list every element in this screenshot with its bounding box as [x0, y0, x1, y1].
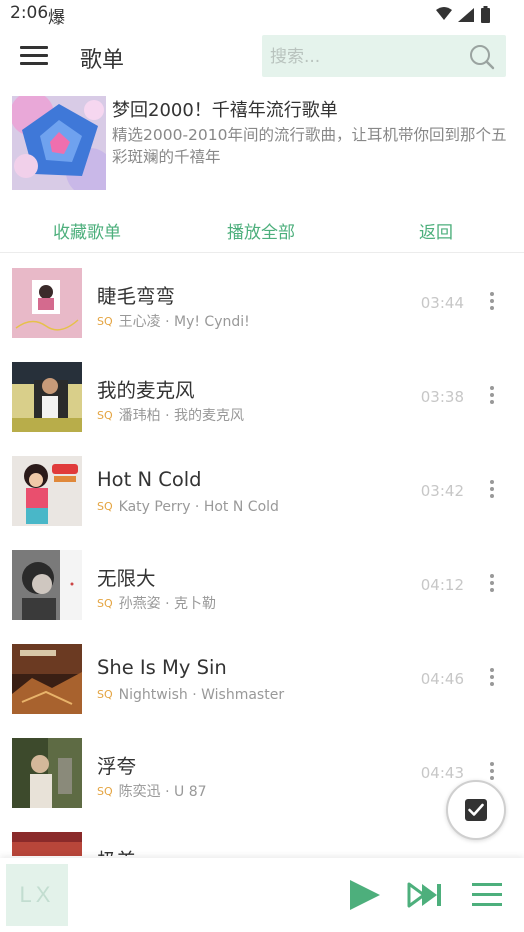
song-meta: SQ 王心凌 · My! Cyndi! — [97, 311, 250, 331]
song-meta: SQ 孙燕姿 · 克卜勒 — [97, 593, 216, 613]
song-artist-album: 孙燕姿 · 克卜勒 — [118, 596, 216, 612]
song-meta: SQ 潘玮柏 · 我的麦克风 — [97, 405, 244, 425]
more-options-icon[interactable] — [482, 292, 502, 314]
play-icon[interactable] — [346, 878, 382, 912]
quality-badge: SQ — [97, 500, 113, 513]
song-title: 睫毛弯弯 — [97, 285, 176, 308]
wifi-icon — [436, 7, 452, 20]
album-cover — [12, 362, 82, 432]
search-icon[interactable] — [468, 43, 496, 71]
song-duration: 03:44 — [420, 294, 464, 312]
song-row[interactable]: She Is My Sin SQ Nightwish · Wishmaster 0… — [0, 632, 524, 726]
play-all-button[interactable]: 播放全部 — [227, 218, 295, 243]
song-title: 浮夸 — [97, 755, 137, 778]
album-cover — [12, 644, 82, 714]
album-cover — [12, 832, 82, 856]
playlist-actions: 收藏歌单 播放全部 返回 — [0, 206, 524, 253]
checkbox-icon — [465, 799, 487, 821]
song-meta: SQ Katy Perry · Hot N Cold — [97, 499, 279, 515]
next-track-icon[interactable] — [407, 878, 443, 912]
search-box[interactable] — [262, 35, 506, 79]
song-row[interactable]: 极美 — [0, 820, 524, 856]
song-artist-album: Nightwish · Wishmaster — [118, 687, 285, 703]
song-row[interactable]: Hot N Cold SQ Katy Perry · Hot N Cold 03:… — [0, 444, 524, 538]
song-meta: SQ 陈奕迅 · U 87 — [97, 781, 207, 801]
quality-badge: SQ — [97, 315, 113, 328]
song-duration: 03:42 — [420, 482, 464, 500]
more-options-icon[interactable] — [482, 386, 502, 408]
album-cover — [12, 268, 82, 338]
song-artist-album: 陈奕迅 · U 87 — [118, 784, 207, 800]
song-meta: SQ Nightwish · Wishmaster — [97, 687, 284, 703]
collect-playlist-button[interactable]: 收藏歌单 — [53, 218, 121, 243]
more-options-icon[interactable] — [482, 480, 502, 502]
page-title: 歌单 — [80, 48, 125, 73]
song-title: She Is My Sin — [97, 656, 227, 679]
quality-badge: SQ — [97, 688, 113, 701]
app-bar: 歌单 — [0, 30, 524, 82]
playlist-menu-icon[interactable] — [470, 878, 506, 912]
album-cover — [12, 738, 82, 808]
select-mode-button[interactable] — [446, 780, 506, 840]
playlist-description: 精选2000-2010年间的流行歌曲，让耳机带你回到那个五彩斑斓的千禧年 — [112, 126, 507, 166]
more-options-icon[interactable] — [482, 574, 502, 596]
song-duration: 03:38 — [420, 388, 464, 406]
player-bar: LX — [0, 858, 524, 932]
playlist-title: 梦回2000！千禧年流行歌单 — [112, 100, 338, 121]
song-row[interactable]: 无限大 SQ 孙燕姿 · 克卜勒 04:12 — [0, 538, 524, 632]
status-time: 2:06 — [10, 3, 49, 23]
song-title: 我的麦克风 — [97, 379, 195, 402]
album-cover — [12, 456, 82, 526]
song-duration: 04:46 — [420, 670, 464, 688]
song-title: Hot N Cold — [97, 468, 202, 491]
song-duration: 04:43 — [420, 764, 464, 782]
more-options-icon[interactable] — [482, 668, 502, 690]
quality-badge: SQ — [97, 785, 113, 798]
player-logo[interactable]: LX — [6, 864, 68, 926]
status-bar: 2:06 爆 — [0, 0, 524, 30]
playlist-header: 梦回2000！千禧年流行歌单 精选2000-2010年间的流行歌曲，让耳机带你回… — [0, 94, 524, 194]
song-list: 睫毛弯弯 SQ 王心凌 · My! Cyndi! 03:44 我的麦克风 SQ 潘玮… — [0, 256, 524, 856]
playlist-cover — [12, 96, 106, 190]
album-cover — [12, 550, 82, 620]
battery-icon — [481, 8, 490, 23]
song-title: 无限大 — [97, 567, 156, 590]
back-button[interactable]: 返回 — [419, 218, 453, 243]
song-title: 极美 — [97, 844, 136, 856]
song-row[interactable]: 我的麦克风 SQ 潘玮柏 · 我的麦克风 03:38 — [0, 350, 524, 444]
quality-badge: SQ — [97, 409, 113, 422]
song-artist-album: Katy Perry · Hot N Cold — [118, 499, 279, 515]
song-duration: 04:12 — [420, 576, 464, 594]
search-input[interactable] — [268, 35, 462, 79]
song-artist-album: 王心凌 · My! Cyndi! — [118, 314, 250, 330]
quality-badge: SQ — [97, 597, 113, 610]
song-row[interactable]: 睫毛弯弯 SQ 王心凌 · My! Cyndi! 03:44 — [0, 256, 524, 350]
song-artist-album: 潘玮柏 · 我的麦克风 — [118, 408, 244, 424]
signal-icon — [458, 8, 474, 22]
status-flame: 爆 — [48, 8, 65, 28]
menu-icon[interactable] — [20, 42, 48, 68]
status-icons — [436, 6, 490, 23]
